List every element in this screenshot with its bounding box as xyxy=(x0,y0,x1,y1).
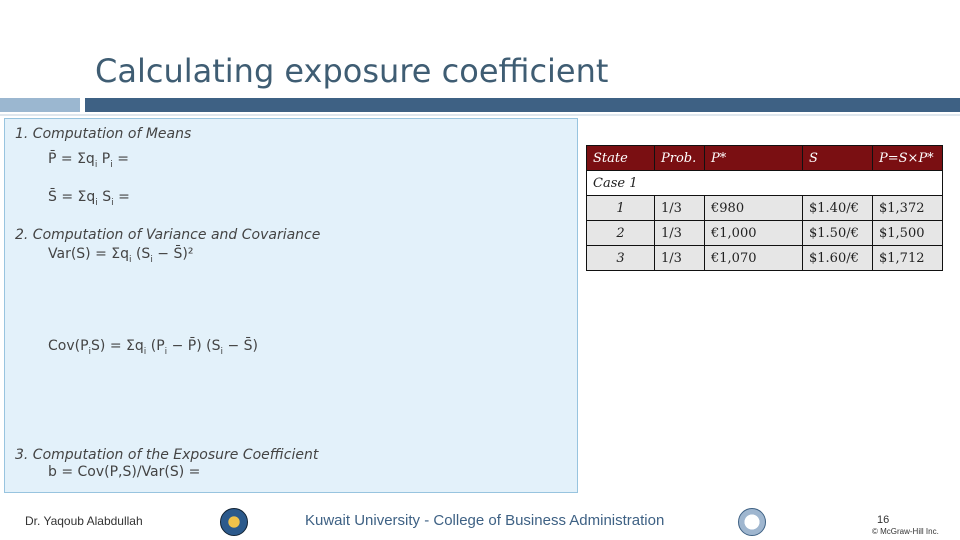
table-cell: €1,000 xyxy=(704,220,803,246)
university-logo-icon xyxy=(220,508,248,536)
table-cell: 1/3 xyxy=(654,245,705,271)
header-p-star: P* xyxy=(704,145,803,171)
s-mean-formula: S̄ = Σqi Si = xyxy=(48,189,130,208)
slide-title: Calculating exposure coefficient xyxy=(95,52,609,90)
table-cell: $1,500 xyxy=(872,220,943,246)
table-cell: $1,712 xyxy=(872,245,943,271)
institution-name: Kuwait University - College of Business … xyxy=(305,512,665,529)
variance-heading: 2. Computation of Variance and Covarianc… xyxy=(15,227,321,243)
exposure-formula: b = Cov(P,S)/Var(S) = xyxy=(48,464,201,480)
header-divider xyxy=(0,114,960,116)
aacsb-logo-icon xyxy=(738,508,766,536)
table-cell: 1 xyxy=(586,195,655,221)
table-cell: $1.60/€ xyxy=(802,245,873,271)
copyright-notice: © McGraw-Hill Inc. xyxy=(872,527,939,536)
table-cell: 1/3 xyxy=(654,195,705,221)
table-cell: 2 xyxy=(586,220,655,246)
table-cell: €980 xyxy=(704,195,803,221)
table-cell: $1,372 xyxy=(872,195,943,221)
table-cell: $1.50/€ xyxy=(802,220,873,246)
p-mean-formula: P̄ = Σqi Pi = xyxy=(48,151,129,170)
header-state: State xyxy=(586,145,655,171)
case-label: Case 1 xyxy=(586,170,943,196)
table-row: 1 1/3 €980 $1.40/€ $1,372 xyxy=(586,195,943,221)
means-heading: 1. Computation of Means xyxy=(15,126,192,142)
case-row: Case 1 xyxy=(586,170,943,196)
header-s: S xyxy=(802,145,873,171)
table-cell: 3 xyxy=(586,245,655,271)
covariance-formula: Cov(PiS) = Σqi (Pi − P̄) (Si − S̄) xyxy=(48,338,258,357)
table-cell: $1.40/€ xyxy=(802,195,873,221)
table-cell: 1/3 xyxy=(654,220,705,246)
header-p: P=S×P* xyxy=(872,145,943,171)
table-row: 3 1/3 €1,070 $1.60/€ $1,712 xyxy=(586,245,943,271)
header-bar-dark xyxy=(85,98,960,112)
header-bar-light xyxy=(0,98,80,112)
table-cell: €1,070 xyxy=(704,245,803,271)
variance-formula: Var(S) = Σqi (Si − S̄)² xyxy=(48,246,194,265)
table-header-row: State Prob. P* S P=S×P* xyxy=(586,145,943,171)
exposure-heading: 3. Computation of the Exposure Coefficie… xyxy=(15,447,319,463)
header-prob: Prob. xyxy=(654,145,705,171)
table-row: 2 1/3 €1,000 $1.50/€ $1,500 xyxy=(586,220,943,246)
author-name: Dr. Yaqoub Alabdullah xyxy=(25,514,143,528)
exposure-table: State Prob. P* S P=S×P* Case 1 1 1/3 €98… xyxy=(586,145,943,271)
page-number: 16 xyxy=(877,514,890,526)
content-panel xyxy=(4,118,578,493)
